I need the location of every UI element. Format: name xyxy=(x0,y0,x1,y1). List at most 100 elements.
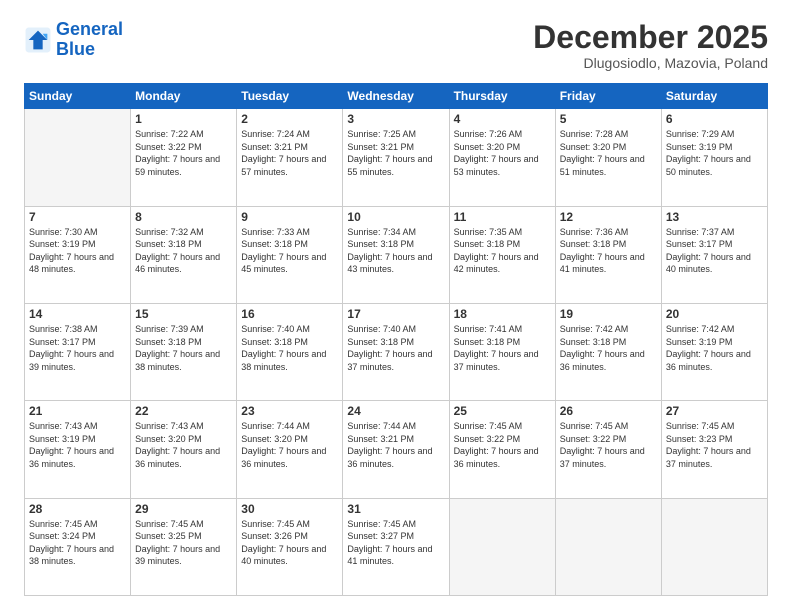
calendar-cell: 30Sunrise: 7:45 AMSunset: 3:26 PMDayligh… xyxy=(237,498,343,595)
calendar-cell xyxy=(555,498,661,595)
page: General Blue December 2025 Dlugosiodlo, … xyxy=(0,0,792,612)
calendar-header-friday: Friday xyxy=(555,84,661,109)
day-info: Sunrise: 7:39 AMSunset: 3:18 PMDaylight:… xyxy=(135,323,232,373)
calendar-week-4: 21Sunrise: 7:43 AMSunset: 3:19 PMDayligh… xyxy=(25,401,768,498)
day-number: 17 xyxy=(347,307,444,321)
calendar-cell: 28 Sunrise: 7:45 AMSunset: 3:24 PMDayligh… xyxy=(25,498,131,595)
calendar-cell: 27 Sunrise: 7:45 AMSunset: 3:23 PMDayligh… xyxy=(661,401,767,498)
day-info: Sunrise: 7:35 AMSunset: 3:18 PMDaylight:… xyxy=(454,226,551,276)
logo-line2: Blue xyxy=(56,39,95,59)
day-info: Sunrise: 7:30 AMSunset: 3:19 PMDaylight:… xyxy=(29,226,126,276)
day-number: 14 xyxy=(29,307,126,321)
day-number: 31 xyxy=(347,502,444,516)
calendar-header-monday: Monday xyxy=(131,84,237,109)
calendar-cell: 12Sunrise: 7:36 AMSunset: 3:18 PMDayligh… xyxy=(555,206,661,303)
day-number: 28 xyxy=(29,502,126,516)
calendar-cell: 31 Sunrise: 7:45 AMSunset: 3:27 PMDayligh… xyxy=(343,498,449,595)
calendar-cell: 11 Sunrise: 7:35 AMSunset: 3:18 PMDayligh… xyxy=(449,206,555,303)
day-info: Sunrise: 7:32 AMSunset: 3:18 PMDaylight:… xyxy=(135,226,232,276)
calendar-cell: 26Sunrise: 7:45 AMSunset: 3:22 PMDayligh… xyxy=(555,401,661,498)
day-number: 26 xyxy=(560,404,657,418)
day-info: Sunrise: 7:45 AMSunset: 3:23 PMDaylight:… xyxy=(666,420,763,470)
calendar-header-saturday: Saturday xyxy=(661,84,767,109)
day-info: Sunrise: 7:45 AMSunset: 3:25 PMDaylight:… xyxy=(135,518,232,568)
calendar-cell: 9Sunrise: 7:33 AMSunset: 3:18 PMDaylight… xyxy=(237,206,343,303)
calendar-week-5: 28 Sunrise: 7:45 AMSunset: 3:24 PMDayligh… xyxy=(25,498,768,595)
day-number: 5 xyxy=(560,112,657,126)
day-number: 11 xyxy=(454,210,551,224)
calendar-cell: 21Sunrise: 7:43 AMSunset: 3:19 PMDayligh… xyxy=(25,401,131,498)
calendar-table: SundayMondayTuesdayWednesdayThursdayFrid… xyxy=(24,83,768,596)
day-info: Sunrise: 7:45 AMSunset: 3:27 PMDaylight:… xyxy=(347,518,444,568)
day-number: 20 xyxy=(666,307,763,321)
calendar-cell: 23 Sunrise: 7:44 AMSunset: 3:20 PMDayligh… xyxy=(237,401,343,498)
day-number: 21 xyxy=(29,404,126,418)
calendar-header-tuesday: Tuesday xyxy=(237,84,343,109)
day-info: Sunrise: 7:44 AMSunset: 3:20 PMDaylight:… xyxy=(241,420,338,470)
calendar-header-sunday: Sunday xyxy=(25,84,131,109)
calendar-cell: 5 Sunrise: 7:28 AMSunset: 3:20 PMDaylight… xyxy=(555,109,661,206)
day-number: 30 xyxy=(241,502,338,516)
day-info: Sunrise: 7:33 AMSunset: 3:18 PMDaylight:… xyxy=(241,226,338,276)
calendar-week-1: 1 Sunrise: 7:22 AMSunset: 3:22 PMDaylight… xyxy=(25,109,768,206)
day-info: Sunrise: 7:25 AMSunset: 3:21 PMDaylight:… xyxy=(347,128,444,178)
day-info: Sunrise: 7:24 AMSunset: 3:21 PMDaylight:… xyxy=(241,128,338,178)
calendar-cell: 17Sunrise: 7:40 AMSunset: 3:18 PMDayligh… xyxy=(343,303,449,400)
day-number: 27 xyxy=(666,404,763,418)
calendar-cell: 13Sunrise: 7:37 AMSunset: 3:17 PMDayligh… xyxy=(661,206,767,303)
day-number: 25 xyxy=(454,404,551,418)
calendar-header-thursday: Thursday xyxy=(449,84,555,109)
day-number: 4 xyxy=(454,112,551,126)
calendar-cell: 29Sunrise: 7:45 AMSunset: 3:25 PMDayligh… xyxy=(131,498,237,595)
calendar-cell xyxy=(449,498,555,595)
day-number: 18 xyxy=(454,307,551,321)
day-number: 15 xyxy=(135,307,232,321)
calendar-cell: 4 Sunrise: 7:26 AMSunset: 3:20 PMDaylight… xyxy=(449,109,555,206)
calendar-cell: 3 Sunrise: 7:25 AMSunset: 3:21 PMDaylight… xyxy=(343,109,449,206)
day-info: Sunrise: 7:45 AMSunset: 3:24 PMDaylight:… xyxy=(29,518,126,568)
calendar-cell: 14 Sunrise: 7:38 AMSunset: 3:17 PMDayligh… xyxy=(25,303,131,400)
day-number: 23 xyxy=(241,404,338,418)
day-info: Sunrise: 7:29 AMSunset: 3:19 PMDaylight:… xyxy=(666,128,763,178)
calendar-cell: 24 Sunrise: 7:44 AMSunset: 3:21 PMDayligh… xyxy=(343,401,449,498)
calendar-cell: 2Sunrise: 7:24 AMSunset: 3:21 PMDaylight… xyxy=(237,109,343,206)
day-number: 8 xyxy=(135,210,232,224)
calendar-header-wednesday: Wednesday xyxy=(343,84,449,109)
day-info: Sunrise: 7:26 AMSunset: 3:20 PMDaylight:… xyxy=(454,128,551,178)
day-info: Sunrise: 7:40 AMSunset: 3:18 PMDaylight:… xyxy=(241,323,338,373)
calendar-header-row: SundayMondayTuesdayWednesdayThursdayFrid… xyxy=(25,84,768,109)
day-number: 16 xyxy=(241,307,338,321)
day-number: 1 xyxy=(135,112,232,126)
day-info: Sunrise: 7:36 AMSunset: 3:18 PMDaylight:… xyxy=(560,226,657,276)
logo-text: General Blue xyxy=(56,20,123,60)
calendar-cell xyxy=(661,498,767,595)
logo-icon xyxy=(24,26,52,54)
day-info: Sunrise: 7:45 AMSunset: 3:22 PMDaylight:… xyxy=(454,420,551,470)
calendar-cell: 7Sunrise: 7:30 AMSunset: 3:19 PMDaylight… xyxy=(25,206,131,303)
day-number: 10 xyxy=(347,210,444,224)
day-info: Sunrise: 7:44 AMSunset: 3:21 PMDaylight:… xyxy=(347,420,444,470)
day-info: Sunrise: 7:41 AMSunset: 3:18 PMDaylight:… xyxy=(454,323,551,373)
day-info: Sunrise: 7:22 AMSunset: 3:22 PMDaylight:… xyxy=(135,128,232,178)
calendar-cell: 6 Sunrise: 7:29 AMSunset: 3:19 PMDaylight… xyxy=(661,109,767,206)
day-info: Sunrise: 7:38 AMSunset: 3:17 PMDaylight:… xyxy=(29,323,126,373)
title-block: December 2025 Dlugosiodlo, Mazovia, Pola… xyxy=(533,20,768,71)
calendar-cell: 16 Sunrise: 7:40 AMSunset: 3:18 PMDayligh… xyxy=(237,303,343,400)
calendar-cell: 18 Sunrise: 7:41 AMSunset: 3:18 PMDayligh… xyxy=(449,303,555,400)
calendar-week-2: 7Sunrise: 7:30 AMSunset: 3:19 PMDaylight… xyxy=(25,206,768,303)
day-info: Sunrise: 7:28 AMSunset: 3:20 PMDaylight:… xyxy=(560,128,657,178)
calendar-week-3: 14 Sunrise: 7:38 AMSunset: 3:17 PMDayligh… xyxy=(25,303,768,400)
main-title: December 2025 xyxy=(533,20,768,55)
calendar-cell: 22Sunrise: 7:43 AMSunset: 3:20 PMDayligh… xyxy=(131,401,237,498)
header: General Blue December 2025 Dlugosiodlo, … xyxy=(24,20,768,71)
day-number: 22 xyxy=(135,404,232,418)
logo-line1: General xyxy=(56,19,123,39)
calendar-cell: 19Sunrise: 7:42 AMSunset: 3:18 PMDayligh… xyxy=(555,303,661,400)
day-info: Sunrise: 7:42 AMSunset: 3:18 PMDaylight:… xyxy=(560,323,657,373)
day-number: 3 xyxy=(347,112,444,126)
day-number: 6 xyxy=(666,112,763,126)
day-number: 24 xyxy=(347,404,444,418)
day-info: Sunrise: 7:34 AMSunset: 3:18 PMDaylight:… xyxy=(347,226,444,276)
logo: General Blue xyxy=(24,20,123,60)
calendar-cell: 1 Sunrise: 7:22 AMSunset: 3:22 PMDaylight… xyxy=(131,109,237,206)
